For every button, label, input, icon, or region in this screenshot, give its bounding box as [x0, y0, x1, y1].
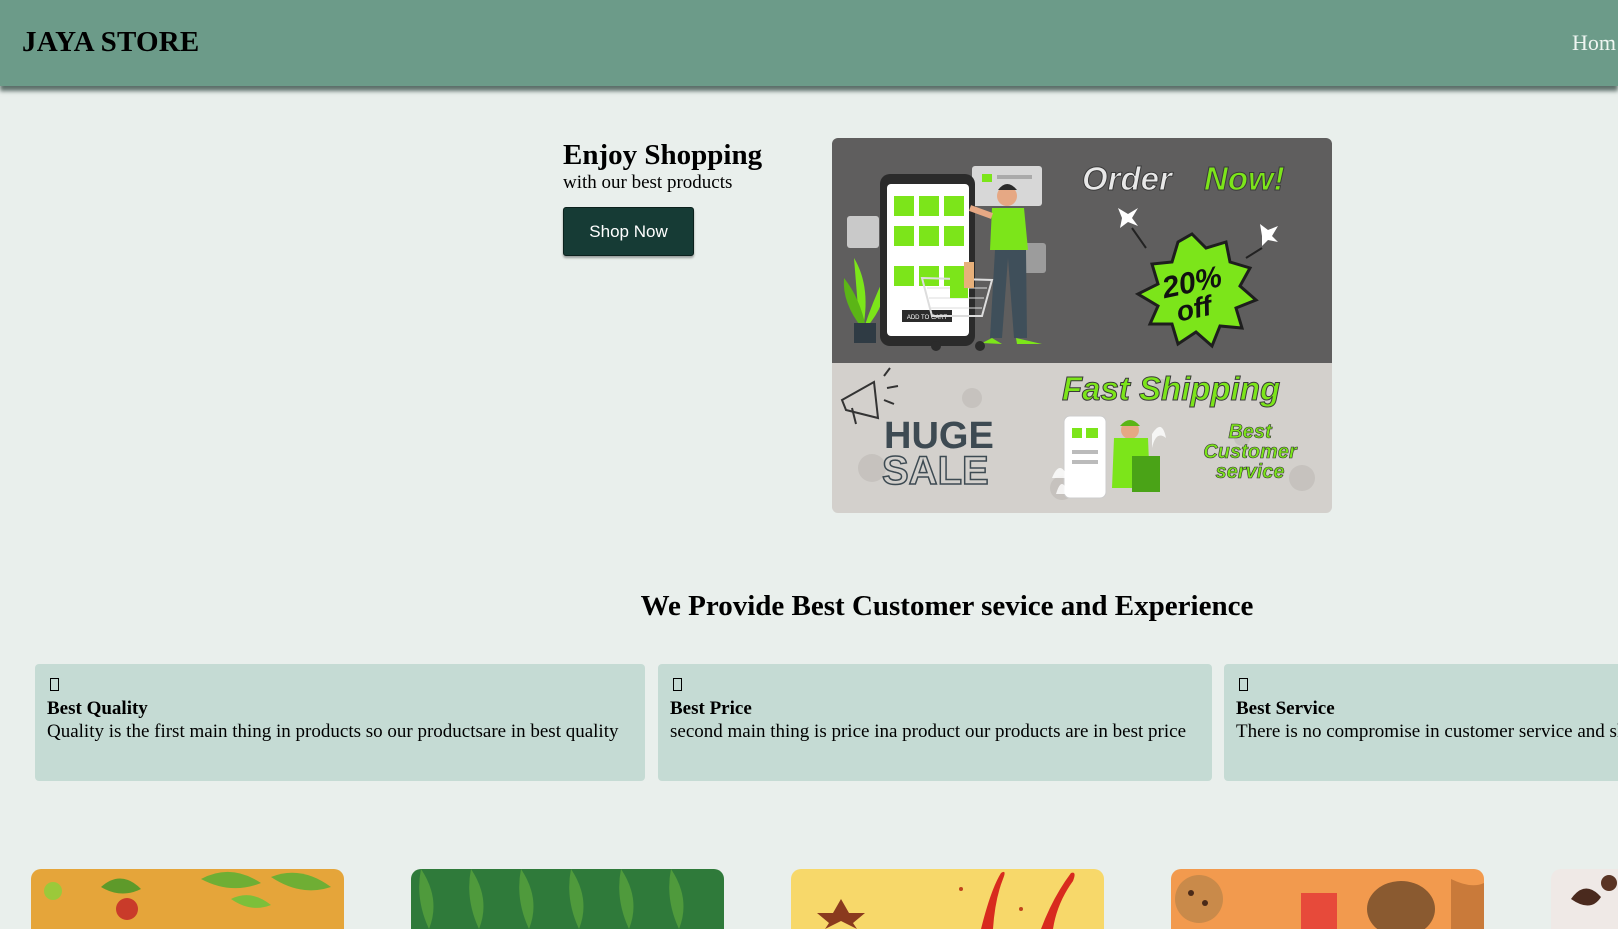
hero-title: Enjoy Shopping: [563, 139, 763, 171]
banner-service-line3: service: [1216, 461, 1285, 483]
banner-service-line1: Best: [1228, 421, 1273, 443]
top-navbar: JAYA STORE Hom: [0, 0, 1618, 86]
category-card-spices[interactable]: [791, 869, 1104, 929]
category-card-fruits[interactable]: [31, 869, 344, 929]
feature-desc: There is no compromise in customer servi…: [1236, 721, 1618, 742]
category-card-leaves[interactable]: [411, 869, 724, 929]
banner-order-text: Order: [1082, 160, 1174, 197]
banner-service-line2: Customer: [1203, 441, 1298, 463]
feature-title: Best Price: [670, 698, 752, 719]
banner-fast-shipping: Fast Shipping: [1062, 370, 1280, 407]
feature-title: Best Quality: [47, 698, 148, 719]
banner-now-text: Now!: [1204, 160, 1285, 197]
nav-link-home[interactable]: Hom: [1572, 30, 1616, 56]
category-card-chocolate[interactable]: [1551, 869, 1618, 929]
hero-subtitle: with our best products: [563, 172, 733, 193]
feature-desc: second main thing is price ina product o…: [670, 721, 1187, 742]
feature-desc: Quality is the first main thing in produ…: [47, 721, 619, 742]
box-icon: [1239, 678, 1248, 691]
hero-text: Enjoy Shopping with our best products: [563, 138, 803, 194]
feature-title: Best Service: [1236, 698, 1335, 719]
feature-card-price: Best Price second main thing is price in…: [658, 664, 1212, 781]
banner-sale-text: SALE: [882, 449, 989, 493]
box-icon: [673, 678, 682, 691]
feature-card-service: Best Service There is no compromise in c…: [1224, 664, 1618, 781]
hero-banner-image: ADD TO CART Order Now! 20% off HUGE SALE…: [832, 138, 1332, 513]
feature-card-quality: Best Quality Quality is the first main t…: [35, 664, 645, 781]
category-card-snacks[interactable]: [1171, 869, 1484, 929]
shop-now-button[interactable]: Shop Now: [563, 207, 694, 256]
brand-logo[interactable]: JAYA STORE: [22, 26, 199, 59]
box-icon: [50, 678, 59, 691]
features-heading: We Provide Best Customer sevice and Expe…: [640, 590, 1254, 622]
